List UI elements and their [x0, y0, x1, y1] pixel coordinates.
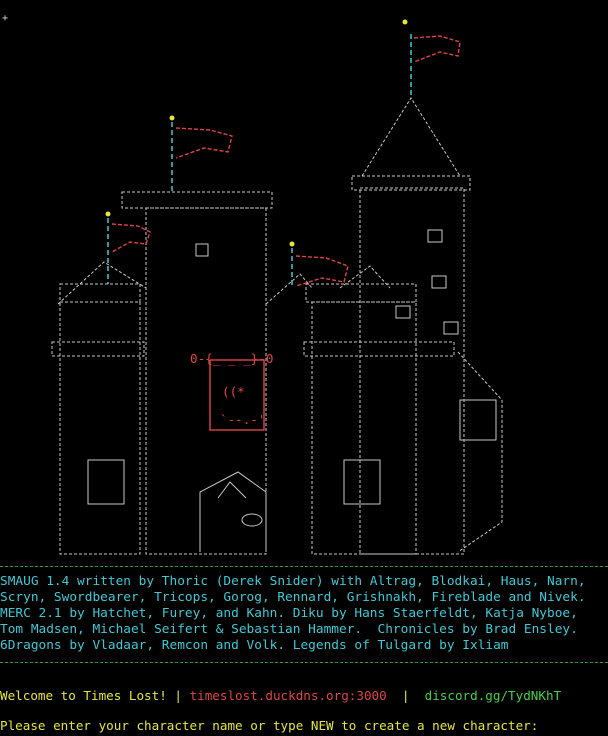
credits-line-4: Tom Madsen, Michael Seifert & Sebastian … — [0, 622, 578, 637]
svg-text:((*: ((* — [222, 384, 245, 399]
center-keep — [145, 207, 267, 555]
welcome-line: Welcome to Times Lost! | timeslost.duckd… — [0, 688, 561, 704]
right-tower — [311, 301, 417, 555]
divider-top — [0, 566, 608, 567]
credits-line-1: SMAUG 1.4 written by Thoric (Derek Snide… — [0, 574, 586, 589]
svg-text:0-{_ _ _}-0: 0-{_ _ _}-0 — [190, 351, 273, 366]
credits-line-2: Scryn, Swordbearer, Tricops, Gorog, Renn… — [0, 590, 586, 605]
name-prompt[interactable]: Please enter your character name or type… — [0, 718, 538, 734]
separator-1: | — [166, 688, 190, 703]
host-address: timeslost.duckdns.org:3000 — [189, 688, 387, 703]
credits-line-5: 6Dragons by Vladaar, Remcon and Volk. Le… — [0, 638, 509, 653]
castle-gate — [199, 471, 267, 552]
credits-line-3: MERC 2.1 by Hatchet, Furey, and Kahn. Di… — [0, 606, 578, 621]
castle-ascii-art: 0-{_ _ _}-0 ((* `--.-' — [51, 19, 503, 555]
right-annex — [457, 351, 503, 553]
left-tower — [59, 301, 141, 555]
flag-right — [295, 255, 349, 287]
discord-link[interactable]: discord.gg/TydNKhT — [425, 688, 561, 703]
flag-center — [175, 127, 233, 159]
divider-bottom — [0, 662, 608, 663]
flag-left — [111, 223, 151, 253]
tall-tower — [359, 187, 465, 555]
svg-text:`--.-': `--.-' — [220, 412, 266, 427]
welcome-text: Welcome to Times Lost! — [0, 688, 167, 703]
tall-tower-roof — [361, 97, 461, 177]
left-tower-battlement — [59, 283, 141, 303]
center-keep-battlement — [121, 191, 273, 209]
right-tower-battlement — [305, 283, 417, 303]
flag-top — [413, 35, 461, 63]
separator-2: | — [386, 688, 425, 703]
